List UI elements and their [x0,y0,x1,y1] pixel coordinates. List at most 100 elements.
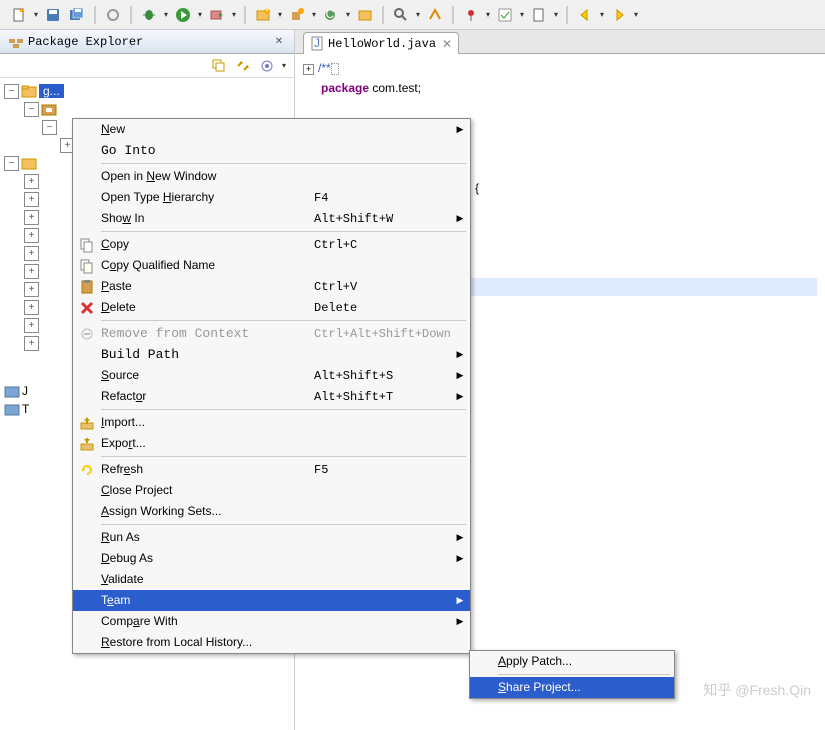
collapse-icon[interactable]: − [4,84,19,99]
menu-label: Paste [101,279,314,294]
run-last-icon[interactable] [206,4,228,26]
tree-row[interactable]: − g... [2,82,292,100]
folder-icon [4,383,20,399]
dropdown-arrow-icon[interactable]: ▾ [598,4,606,26]
dropdown-arrow-icon[interactable]: ▾ [276,4,284,26]
annotation-icon[interactable] [424,4,446,26]
separator [130,6,132,24]
tree-label: J [22,384,28,398]
menu-item-delete[interactable]: DeleteDelete [73,297,470,318]
menu-item-close-project[interactable]: Close Project [73,480,470,501]
dropdown-arrow-icon[interactable]: ▾ [196,4,204,26]
new-package-icon[interactable] [286,4,308,26]
menu-item-team[interactable]: Team▶ [73,590,470,611]
menu-item-refresh[interactable]: RefreshF5 [73,459,470,480]
menu-item-paste[interactable]: PasteCtrl+V [73,276,470,297]
menu-item-open-in-new-window[interactable]: Open in New Window [73,166,470,187]
code-text: com.test; [369,81,421,95]
collapse-icon[interactable]: − [4,156,19,171]
menu-label: Share Project... [498,680,670,695]
dropdown-arrow-icon[interactable]: ▾ [230,4,238,26]
refresh-icon [77,460,97,480]
link-editor-icon[interactable] [232,55,254,77]
submenu-arrow-icon: ▶ [454,370,466,381]
expand-icon[interactable]: + [24,174,39,189]
menu-item-go-into[interactable]: Go Into [73,140,470,161]
task-icon[interactable] [494,4,516,26]
search-icon[interactable] [390,4,412,26]
project-icon [21,155,37,171]
menu-item-refactor[interactable]: RefactorAlt+Shift+T▶ [73,386,470,407]
fold-icon[interactable]: + [303,64,314,75]
package-explorer-icon [8,34,24,50]
expand-icon[interactable]: + [24,228,39,243]
collapse-icon[interactable]: − [24,102,39,117]
view-menu-icon[interactable]: ▾ [280,55,288,77]
menu-item-build-path[interactable]: Build Path▶ [73,344,470,365]
menu-item-run-as[interactable]: Run As▶ [73,527,470,548]
dropdown-arrow-icon[interactable]: ▾ [414,4,422,26]
fwd-icon[interactable] [608,4,630,26]
dropdown-arrow-icon[interactable]: ▾ [552,4,560,26]
menu-item-new[interactable]: New▶ [73,119,470,140]
dropdown-arrow-icon[interactable]: ▾ [32,4,40,26]
close-icon[interactable]: ✕ [442,37,452,51]
dropdown-arrow-icon[interactable]: ▾ [632,4,640,26]
menu-item-source[interactable]: SourceAlt+Shift+S▶ [73,365,470,386]
expand-icon[interactable]: + [24,318,39,333]
src-folder-icon [41,101,57,117]
menu-label: Show In [101,211,314,226]
close-icon[interactable]: ✕ [272,35,286,49]
expand-icon[interactable]: + [24,282,39,297]
dropdown-arrow-icon[interactable]: ▾ [344,4,352,26]
save-all-icon[interactable] [66,4,88,26]
new-icon[interactable] [8,4,30,26]
submenu-item-apply-patch[interactable]: Apply Patch... [470,651,674,672]
dropdown-arrow-icon[interactable]: ▾ [162,4,170,26]
dropdown-arrow-icon[interactable]: ▾ [310,4,318,26]
menu-item-assign-working-sets[interactable]: Assign Working Sets... [73,501,470,522]
dropdown-arrow-icon[interactable]: ▾ [518,4,526,26]
editor-tab[interactable]: J HelloWorld.java ✕ [303,32,459,54]
tree-row[interactable]: − [2,100,292,118]
expand-icon[interactable]: + [24,264,39,279]
menu-item-validate[interactable]: Validate [73,569,470,590]
menu-accelerator: Ctrl+Alt+Shift+Down [314,327,454,341]
menu-item-copy-qualified-name[interactable]: Copy Qualified Name [73,255,470,276]
blank-icon [77,591,97,611]
focus-icon[interactable] [256,55,278,77]
main-toolbar: ▾ ▾ ▾ ▾ +▾ ▾ C▾ ▾ ▾ ▾ ▾ ▾ ▾ [0,0,825,30]
open-type-icon[interactable] [354,4,376,26]
blank-icon [77,345,97,365]
debug-icon[interactable] [138,4,160,26]
menu-item-debug-as[interactable]: Debug As▶ [73,548,470,569]
tree-label: T [22,402,29,416]
expand-icon[interactable]: + [24,192,39,207]
back-icon[interactable] [574,4,596,26]
dropdown-arrow-icon[interactable]: ▾ [484,4,492,26]
menu-item-restore-from-local-history[interactable]: Restore from Local History... [73,632,470,653]
collapse-icon[interactable]: − [42,120,57,135]
run-icon[interactable] [172,4,194,26]
save-icon[interactable] [42,4,64,26]
submenu-item-share-project[interactable]: Share Project... [470,677,674,698]
expand-icon[interactable]: + [24,300,39,315]
menu-item-export[interactable]: Export... [73,433,470,454]
new-class-icon[interactable]: C [320,4,342,26]
blank-icon [77,502,97,522]
file2-icon[interactable] [528,4,550,26]
menu-item-copy[interactable]: CopyCtrl+C [73,234,470,255]
new-project-icon[interactable]: + [252,4,274,26]
expand-icon[interactable]: + [24,336,39,351]
menu-item-compare-with[interactable]: Compare With▶ [73,611,470,632]
collapse-all-icon[interactable] [208,55,230,77]
skip-icon[interactable] [102,4,124,26]
pin-icon[interactable] [460,4,482,26]
blank-icon [77,141,97,161]
menu-item-show-in[interactable]: Show InAlt+Shift+W▶ [73,208,470,229]
menu-item-open-type-hierarchy[interactable]: Open Type HierarchyF4 [73,187,470,208]
menu-item-import[interactable]: Import... [73,412,470,433]
panel-tab[interactable]: Package Explorer ✕ [0,30,294,54]
expand-icon[interactable]: + [24,210,39,225]
expand-icon[interactable]: + [24,246,39,261]
